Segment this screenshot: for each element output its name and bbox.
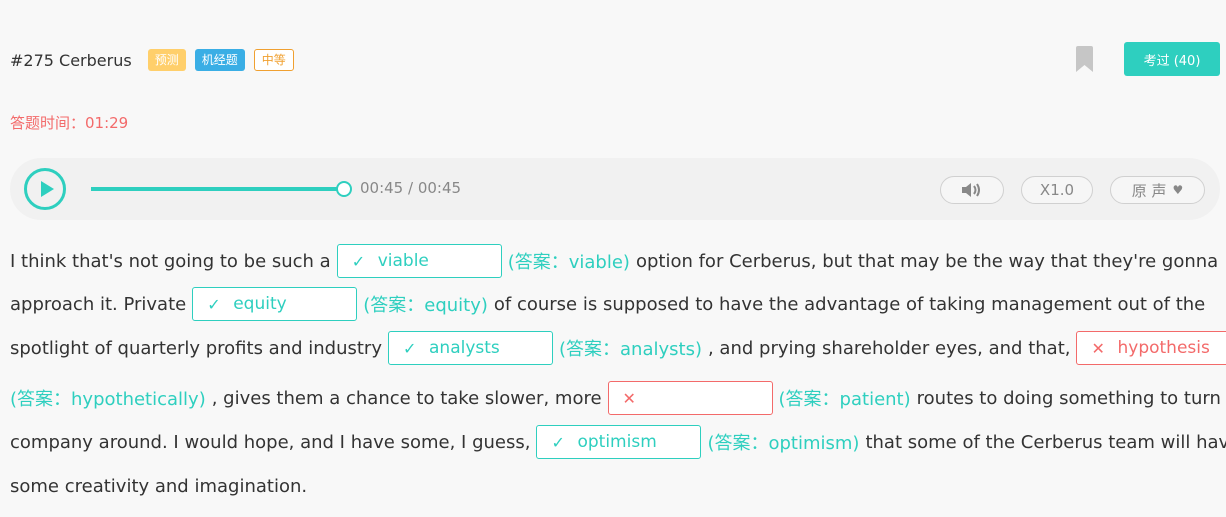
passage-text: that some of the Cerberus team will have (865, 431, 1226, 453)
cross-icon: ✕ (622, 388, 636, 408)
blank-value: hypothesis (1117, 338, 1210, 358)
passage-text: , and prying shareholder eyes, and that, (707, 337, 1071, 359)
passage-text: , gives them a chance to take slower, mo… (211, 387, 602, 409)
answer-key: (答案：optimism) (707, 433, 860, 454)
bookmark-icon[interactable] (1076, 46, 1093, 72)
passage-text: I think that's not going to be such a (10, 250, 331, 272)
passage-text: routes to doing something to turn a (916, 387, 1226, 409)
blank-input-5[interactable]: ✕ (607, 381, 773, 415)
blank-input-3[interactable]: ✓ analysts (388, 331, 553, 365)
tag-predict: 预测 (147, 49, 186, 71)
progress-fill (91, 187, 344, 191)
passage-line: I think that's not going to be such a ✓ … (10, 243, 1218, 279)
check-icon: ✓ (351, 251, 366, 271)
check-icon: ✓ (551, 432, 565, 452)
passage-line: (答案：hypothetically) , gives them a chanc… (10, 380, 1226, 416)
check-icon: ✓ (207, 294, 221, 314)
passage-line: approach it. Private ✓ equity (答案：equity… (10, 286, 1205, 322)
passage-text: option for Cerberus, but that may be the… (635, 250, 1219, 272)
passage-text: company around. I would hope, and I have… (10, 431, 531, 453)
passage-text: of course is supposed to have the advant… (493, 293, 1206, 315)
answer-key: (答案：equity) (363, 295, 488, 316)
blank-input-1[interactable]: ✓ viable (336, 244, 502, 278)
voice-select[interactable]: 原 声 ♥ (1110, 176, 1205, 204)
answer-timer: 答题时间：01:29 (10, 114, 129, 132)
progress-knob[interactable] (336, 181, 352, 197)
blank-input-4[interactable]: ✕ hypothesis (1076, 331, 1226, 365)
audio-player: 00:45 / 00:45 X1.0 原 声 ♥ (10, 158, 1220, 220)
answer-key: (答案：viable) (507, 252, 630, 273)
volume-icon (962, 183, 980, 197)
passage-line: some creativity and imagination. (10, 468, 307, 504)
blank-input-6[interactable]: ✓ optimism (536, 425, 702, 459)
passage-line: company around. I would hope, and I have… (10, 424, 1226, 460)
blank-input-2[interactable]: ✓ equity (192, 287, 358, 321)
answer-key: (答案：patient) (778, 389, 911, 410)
check-icon: ✓ (403, 338, 417, 358)
passed-count-button[interactable]: 考过 (40) (1124, 42, 1220, 76)
question-title: #275 Cerberus (10, 50, 132, 70)
passage-text: approach it. Private (10, 293, 187, 315)
passage-text: some creativity and imagination. (10, 475, 308, 497)
answer-key: (答案：hypothetically) (10, 389, 206, 410)
blank-value: viable (377, 251, 429, 271)
voice-label: 原 声 (1131, 181, 1167, 200)
playback-time: 00:45 / 00:45 (360, 179, 462, 197)
blank-value: optimism (577, 432, 657, 452)
speed-button[interactable]: X1.0 (1021, 176, 1093, 204)
tag-difficulty: 中等 (253, 49, 294, 71)
answer-key: (答案：analysts) (559, 339, 702, 360)
blank-value: analysts (429, 338, 500, 358)
cross-icon: ✕ (1091, 338, 1105, 358)
passage-line: spotlight of quarterly profits and indus… (10, 330, 1226, 366)
heart-icon: ♥ (1172, 183, 1184, 197)
play-icon[interactable] (24, 168, 66, 210)
progress-track[interactable] (91, 187, 344, 191)
blank-value: equity (233, 294, 287, 314)
passage-text: spotlight of quarterly profits and indus… (10, 337, 382, 359)
tag-machine-question: 机经题 (194, 49, 245, 71)
volume-button[interactable] (940, 176, 1004, 204)
question-header: #275 Cerberus 预测 机经题 中等 (10, 46, 303, 74)
